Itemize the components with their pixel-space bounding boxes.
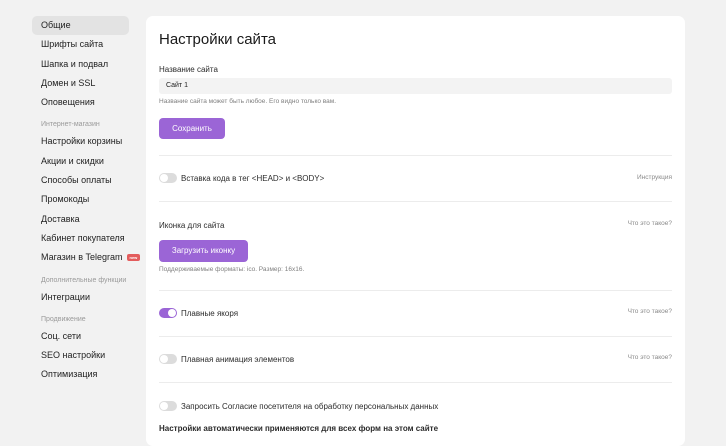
code-insert-instructions-link[interactable]: Инструкция: [637, 174, 672, 181]
sidebar-group-promo: Продвижение: [41, 315, 86, 323]
page-title: Настройки сайта: [159, 31, 276, 48]
sidebar-item-promocodes[interactable]: Промокоды: [32, 190, 132, 209]
toggle-knob: [168, 309, 176, 317]
toggle-knob: [160, 355, 168, 363]
smooth-anchors-toggle[interactable]: [159, 308, 177, 318]
sidebar-item-optimization[interactable]: Оптимизация: [32, 365, 132, 384]
divider: [159, 155, 672, 156]
sidebar-group-extra: Дополнительные функции: [41, 276, 127, 284]
sidebar-item-seo[interactable]: SEO настройки: [32, 346, 132, 365]
code-insert-toggle[interactable]: [159, 173, 177, 183]
site-name-input[interactable]: Сайт 1: [159, 78, 672, 94]
sidebar-item-discounts[interactable]: Акции и скидки: [32, 152, 132, 171]
sidebar-item-general[interactable]: Общие: [32, 16, 129, 36]
divider: [159, 336, 672, 337]
sidebar: Общие Шрифты сайта Шапка и подвал Домен …: [32, 16, 141, 385]
site-icon-label: Иконка для сайта: [159, 221, 225, 230]
sidebar-item-label: Магазин в Telegram: [41, 252, 123, 263]
smooth-animation-toggle[interactable]: [159, 354, 177, 364]
smooth-anchors-label: Плавные якоря: [181, 309, 239, 318]
site-name-label: Название сайта: [159, 65, 218, 74]
sidebar-item-payment[interactable]: Способы оплаты: [32, 171, 132, 190]
toggle-knob: [160, 402, 168, 410]
site-icon-hint: Поддерживаемые форматы: ico. Размер: 16x…: [159, 266, 305, 273]
smooth-animation-label: Плавная анимация элементов: [181, 355, 295, 364]
sidebar-item-telegram-shop[interactable]: Магазин в Telegram new: [32, 248, 141, 267]
auto-apply-note: Настройки автоматически применяются для …: [159, 424, 439, 433]
site-icon-help-link[interactable]: Что это такое?: [628, 220, 672, 227]
divider: [159, 382, 672, 383]
sidebar-item-cart-settings[interactable]: Настройки корзины: [32, 132, 132, 151]
divider: [159, 290, 672, 291]
new-badge: new: [126, 254, 141, 262]
sidebar-item-integrations[interactable]: Интеграции: [32, 288, 132, 307]
site-name-hint: Название сайта может быть любое. Его вид…: [159, 98, 337, 105]
divider: [159, 201, 672, 202]
sidebar-item-header-footer[interactable]: Шапка и подвал: [32, 55, 132, 74]
consent-toggle[interactable]: [159, 401, 177, 411]
settings-card: Настройки сайта Название сайта Сайт 1 На…: [146, 16, 685, 446]
upload-icon-button[interactable]: Загрузить иконку: [159, 240, 248, 262]
sidebar-item-fonts[interactable]: Шрифты сайта: [32, 35, 132, 54]
consent-label: Запросить Согласие посетителя на обработ…: [181, 402, 439, 411]
sidebar-item-domain-ssl[interactable]: Домен и SSL: [32, 74, 132, 93]
save-button[interactable]: Сохранить: [159, 118, 225, 139]
sidebar-item-customer-account[interactable]: Кабинет покупателя: [32, 229, 132, 248]
sidebar-group-shop: Интернет-магазин: [41, 121, 100, 129]
code-insert-label: Вставка кода в тег <HEAD> и <BODY>: [181, 174, 325, 183]
sidebar-item-social[interactable]: Соц. сети: [32, 327, 132, 346]
smooth-animation-help-link[interactable]: Что это такое?: [628, 354, 672, 361]
smooth-anchors-help-link[interactable]: Что это такое?: [628, 308, 672, 315]
sidebar-item-delivery[interactable]: Доставка: [32, 210, 132, 229]
toggle-knob: [160, 174, 168, 182]
sidebar-item-notifications[interactable]: Оповещения: [32, 93, 132, 112]
